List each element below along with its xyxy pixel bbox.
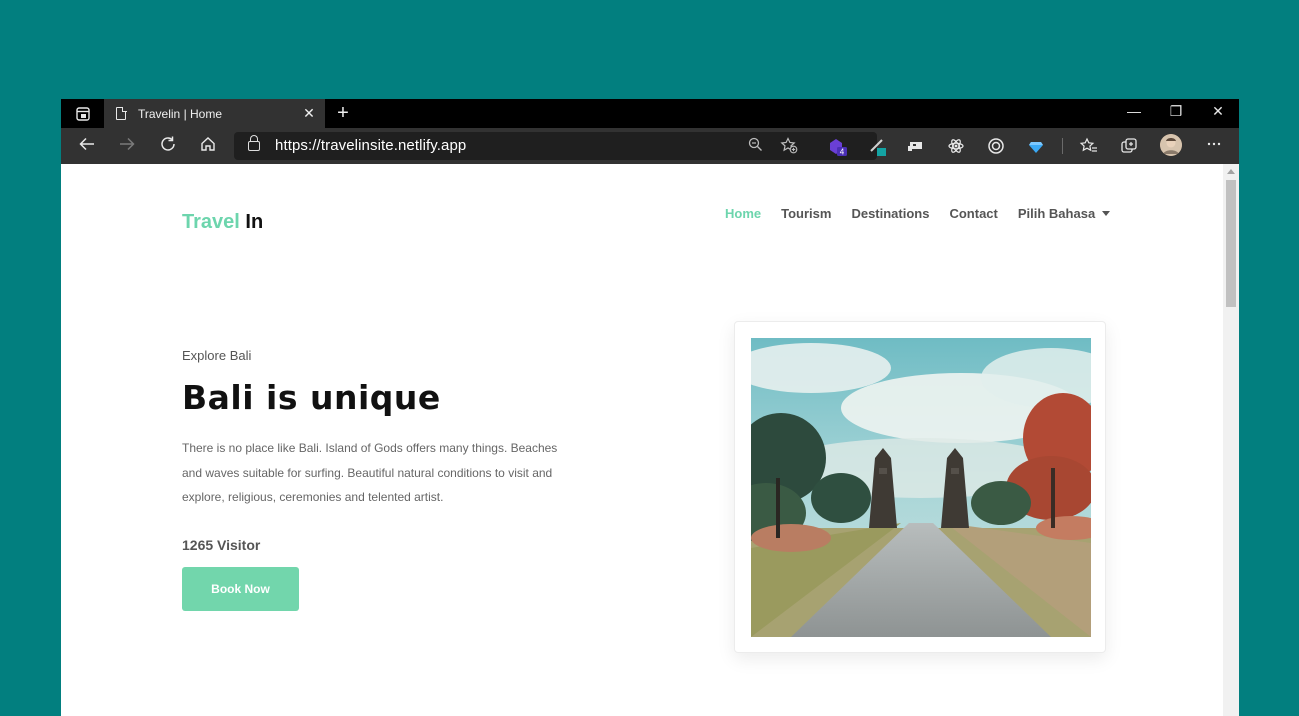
extension-target-icon[interactable] (986, 136, 1006, 156)
web-page: Travel In Home Tourism Destinations Cont… (61, 164, 1223, 716)
add-favorite-icon[interactable] (780, 137, 798, 157)
extension-pen-icon[interactable] (867, 136, 887, 156)
main-nav: Home Tourism Destinations Contact Pilih … (725, 206, 1130, 221)
back-arrow-icon (79, 137, 94, 151)
zoom-icon[interactable] (748, 137, 763, 155)
hero-title: Bali is unique (182, 378, 441, 417)
chevron-down-icon (1102, 211, 1111, 216)
toolbar-divider (1062, 138, 1063, 154)
site-logo[interactable]: Travel In (182, 211, 263, 234)
svg-text:4: 4 (840, 148, 845, 157)
logo-part-in: In (245, 211, 264, 233)
forward-arrow-icon (120, 137, 135, 151)
nav-language-label: Pilih Bahasa (1017, 206, 1096, 221)
nav-destinations[interactable]: Destinations (851, 206, 929, 221)
tab-title: Travelin | Home (138, 106, 223, 121)
browser-window: Travelin | Home ✕ + — ❐ ✕ https://travel… (61, 99, 1239, 716)
logo-part-travel: Travel (182, 211, 240, 233)
reload-button[interactable] (157, 135, 179, 157)
bali-gate-photo (751, 338, 1091, 637)
tab-strip: Travelin | Home ✕ + — ❐ ✕ (61, 99, 1239, 128)
favorites-icon[interactable] (1079, 136, 1099, 156)
lock-icon[interactable] (248, 135, 260, 151)
back-button[interactable] (76, 135, 98, 157)
extension-react-icon[interactable] (946, 136, 966, 156)
url-text[interactable]: https://travelinsite.netlify.app (275, 137, 466, 154)
restore-button[interactable]: ❐ (1166, 103, 1186, 120)
browser-toolbar: https://travelinsite.netlify.app 4 (61, 128, 1239, 164)
new-tab-button[interactable]: + (333, 102, 353, 124)
reload-icon (161, 136, 175, 151)
book-now-button[interactable]: Book Now (182, 567, 299, 611)
extension-flag-icon[interactable] (906, 136, 926, 156)
profile-avatar[interactable] (1160, 134, 1182, 156)
nav-tourism[interactable]: Tourism (781, 206, 831, 221)
extension-purple-icon[interactable]: 4 (827, 136, 847, 157)
collections-icon[interactable] (1119, 136, 1139, 156)
scroll-up-icon[interactable] (1227, 169, 1235, 174)
nav-contact[interactable]: Contact (949, 206, 997, 221)
tab-actions-icon (75, 106, 90, 121)
nav-home[interactable]: Home (725, 206, 761, 221)
tab-actions-button[interactable] (61, 99, 104, 128)
forward-button[interactable] (116, 135, 138, 157)
minimize-button[interactable]: — (1124, 103, 1144, 119)
more-menu-icon[interactable] (1203, 135, 1225, 157)
hero-eyebrow: Explore Bali (182, 348, 252, 363)
home-icon (201, 137, 215, 151)
hero-description: There is no place like Bali. Island of G… (182, 441, 558, 504)
tab-close-icon[interactable]: ✕ (301, 105, 317, 121)
nav-language-dropdown[interactable]: Pilih Bahasa (1017, 206, 1111, 221)
hero-image-card (734, 321, 1106, 653)
tab-active[interactable]: Travelin | Home ✕ (104, 99, 325, 128)
close-window-button[interactable]: ✕ (1208, 103, 1228, 120)
extension-gem-icon[interactable] (1026, 136, 1046, 156)
home-button[interactable] (197, 135, 219, 157)
address-bar[interactable]: https://travelinsite.netlify.app (234, 132, 877, 160)
page-icon (116, 106, 127, 120)
visitor-count: 1265 Visitor (182, 537, 261, 553)
page-scrollbar[interactable] (1223, 164, 1239, 716)
scroll-thumb[interactable] (1226, 180, 1236, 307)
